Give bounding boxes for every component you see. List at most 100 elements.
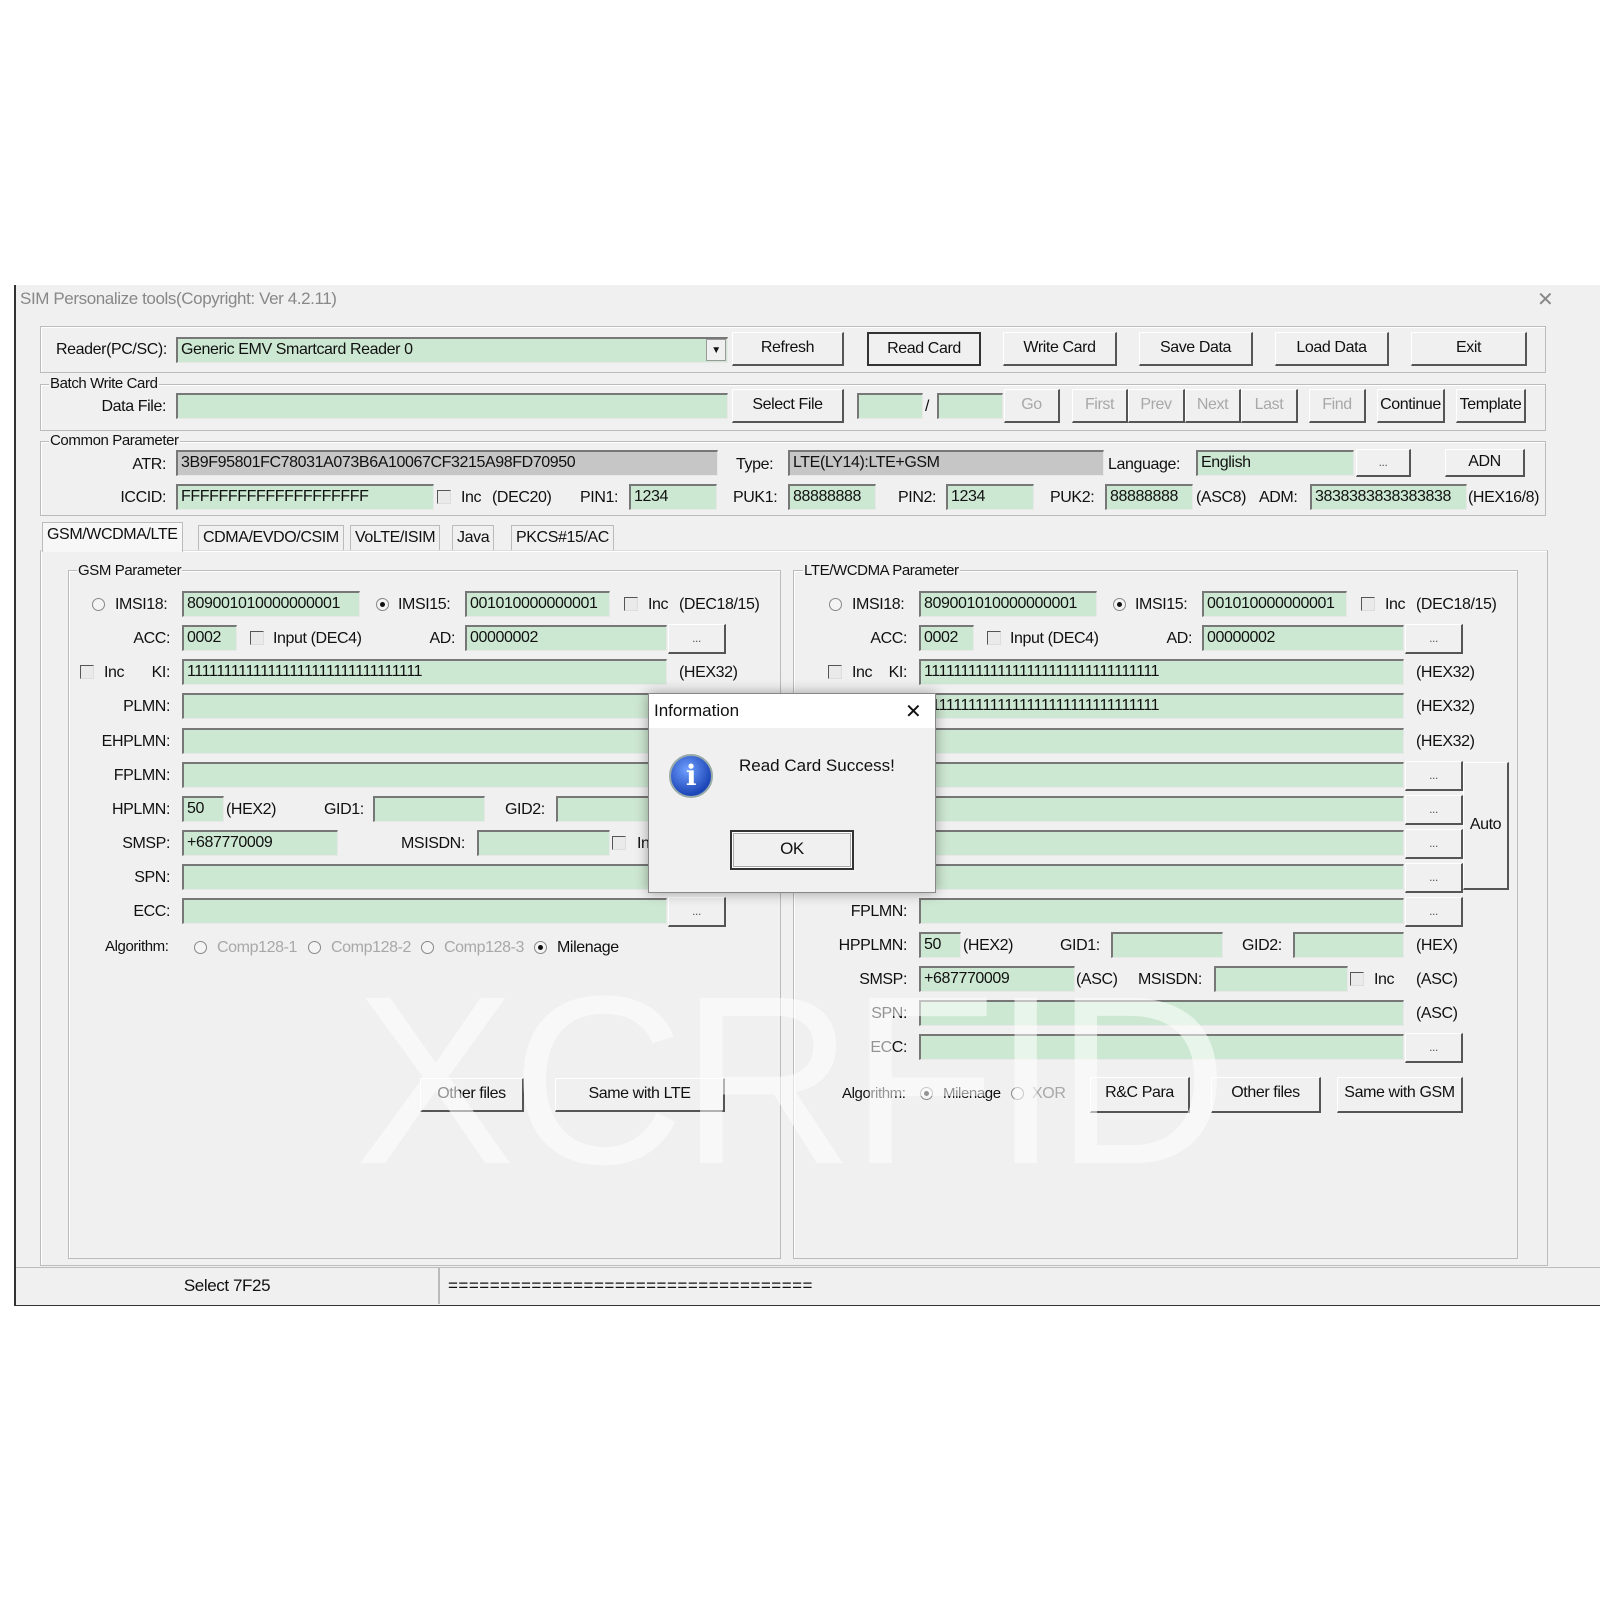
gsm-imsi18-radio[interactable] <box>92 598 105 611</box>
load-data-button[interactable]: Load Data <box>1275 332 1389 366</box>
save-data-button[interactable]: Save Data <box>1139 332 1253 366</box>
gsm-ecc-field[interactable] <box>182 898 667 924</box>
gsm-milenage-radio[interactable] <box>534 941 547 954</box>
lte-ecc-field[interactable] <box>919 1034 1404 1060</box>
prev-button[interactable]: Prev <box>1128 389 1185 423</box>
tab-cdma-evdo-csim[interactable]: CDMA/EVDO/CSIM <box>198 525 344 551</box>
lte-xor-radio[interactable] <box>1011 1087 1024 1100</box>
gsm-imsi-inc-checkbox[interactable] <box>624 597 638 611</box>
gsm-other-files-button[interactable]: Other files <box>420 1078 524 1112</box>
lte-msisdn-inc-checkbox[interactable] <box>1350 972 1364 986</box>
lte-fplmn-field[interactable] <box>919 898 1404 924</box>
pin2-field[interactable]: 1234 <box>946 484 1034 510</box>
read-card-button[interactable]: Read Card <box>867 332 981 366</box>
gsm-comp128-1-radio[interactable] <box>194 941 207 954</box>
lte-row7-more-button[interactable]: ... <box>1405 795 1463 825</box>
lte-imsi15-field[interactable]: 001010000000001 <box>1202 591 1347 617</box>
continue-button[interactable]: Continue <box>1377 389 1445 423</box>
adm-field[interactable]: 3838383838383838 <box>1310 484 1467 510</box>
chevron-down-icon[interactable]: ▼ <box>706 339 726 361</box>
lte-acc-input-checkbox[interactable] <box>987 631 1001 645</box>
lte-imsi18-field[interactable]: 809001010000000001 <box>919 591 1097 617</box>
gsm-ecc-more-button[interactable]: ... <box>668 897 726 927</box>
reader-select[interactable]: Generic EMV Smartcard Reader 0 <box>176 337 728 363</box>
rc-para-button[interactable]: R&C Para <box>1090 1077 1190 1113</box>
same-with-lte-button[interactable]: Same with LTE <box>555 1078 725 1112</box>
gsm-hplmn-field[interactable]: 50 <box>182 796 224 822</box>
next-button[interactable]: Next <box>1185 389 1241 423</box>
ok-button[interactable]: OK <box>730 830 854 870</box>
puk2-field[interactable]: 88888888 <box>1105 484 1193 510</box>
lte-row5-field[interactable] <box>919 728 1404 754</box>
tab-volte-isim[interactable]: VoLTE/ISIM <box>350 525 441 551</box>
language-more-button[interactable]: ... <box>1356 449 1411 477</box>
lte-imsi18-radio[interactable] <box>829 598 842 611</box>
lte-ad-field[interactable]: 00000002 <box>1202 625 1404 651</box>
template-button[interactable]: Template <box>1456 389 1526 423</box>
first-button[interactable]: First <box>1072 389 1128 423</box>
refresh-button[interactable]: Refresh <box>732 332 844 366</box>
gsm-ki-inc-checkbox[interactable] <box>80 665 94 679</box>
lte-row8-more-button[interactable]: ... <box>1405 829 1463 859</box>
lte-row9-field[interactable] <box>919 864 1404 890</box>
lte-ki-field[interactable]: 11111111111111111111111111111111 <box>919 659 1404 685</box>
lte-msisdn-field[interactable] <box>1214 966 1348 992</box>
gsm-comp128-2-radio[interactable] <box>308 941 321 954</box>
lte-imsi-inc-checkbox[interactable] <box>1361 597 1375 611</box>
gsm-plmn-field[interactable] <box>182 693 667 719</box>
lte-row4-field[interactable]: 11111111111111111111111111111111 <box>919 693 1404 719</box>
iccid-inc-checkbox[interactable] <box>437 490 451 504</box>
gsm-ki-field[interactable]: 11111111111111111111111111111111 <box>182 659 667 685</box>
atr-field[interactable]: 3B9F95801FC78031A073B6A10067CF3215A98FD7… <box>176 450 718 476</box>
lte-acc-field[interactable]: 0002 <box>919 625 974 651</box>
find-button[interactable]: Find <box>1309 389 1366 423</box>
language-field[interactable]: English <box>1196 450 1354 476</box>
tab-java[interactable]: Java <box>452 525 495 551</box>
gsm-ehplmn-field[interactable] <box>182 728 667 754</box>
lte-row8-field[interactable] <box>919 830 1404 856</box>
last-button[interactable]: Last <box>1241 389 1298 423</box>
type-field[interactable]: LTE(LY14):LTE+GSM <box>788 450 1104 476</box>
lte-gid2-field[interactable] <box>1293 932 1404 958</box>
tab-pkcs15-ac[interactable]: PKCS#15/AC <box>511 525 614 551</box>
lte-ad-more-button[interactable]: ... <box>1405 624 1463 654</box>
lte-row7-field[interactable] <box>919 796 1404 822</box>
gsm-imsi15-field[interactable]: 001010000000001 <box>465 591 610 617</box>
gsm-imsi15-radio[interactable] <box>376 598 389 611</box>
window-close-button[interactable]: ✕ <box>1537 287 1554 312</box>
gsm-fplmn-field[interactable] <box>182 762 667 788</box>
gsm-gid1-field[interactable] <box>373 796 485 822</box>
lte-imsi15-radio[interactable] <box>1113 598 1126 611</box>
record-to-input[interactable] <box>937 393 1003 419</box>
gsm-acc-input-checkbox[interactable] <box>250 631 264 645</box>
lte-row9-more-button[interactable]: ... <box>1405 863 1463 893</box>
lte-other-files-button[interactable]: Other files <box>1211 1077 1321 1113</box>
gsm-smsp-field[interactable]: +687770009 <box>182 830 338 856</box>
record-from-input[interactable] <box>857 393 923 419</box>
adn-button[interactable]: ADN <box>1445 449 1525 477</box>
lte-hpplmn-field[interactable]: 50 <box>919 932 961 958</box>
gsm-imsi18-field[interactable]: 809001010000000001 <box>182 591 360 617</box>
gsm-ad-field[interactable]: 00000002 <box>465 625 667 651</box>
pin1-field[interactable]: 1234 <box>629 484 717 510</box>
lte-ki-inc-checkbox[interactable] <box>828 665 842 679</box>
lte-milenage-radio[interactable] <box>920 1087 933 1100</box>
lte-spn-field[interactable] <box>919 1000 1404 1026</box>
gsm-msisdn-inc-checkbox[interactable] <box>612 836 626 850</box>
gsm-msisdn-field[interactable] <box>477 830 610 856</box>
exit-button[interactable]: Exit <box>1411 332 1527 366</box>
same-with-gsm-button[interactable]: Same with GSM <box>1337 1077 1463 1113</box>
select-file-button[interactable]: Select File <box>732 389 844 423</box>
lte-fplmn-more-button[interactable]: ... <box>1405 897 1463 927</box>
tab-gsm-wcdma-lte[interactable]: GSM/WCDMA/LTE <box>42 522 183 552</box>
gsm-spn-field[interactable] <box>182 864 667 890</box>
gsm-ad-more-button[interactable]: ... <box>668 624 726 654</box>
lte-smsp-field[interactable]: +687770009 <box>919 966 1075 992</box>
dialog-close-button[interactable]: ✕ <box>905 699 922 724</box>
lte-row6-more-button[interactable]: ... <box>1405 761 1463 791</box>
lte-ecc-more-button[interactable]: ... <box>1405 1033 1463 1063</box>
gsm-comp128-3-radio[interactable] <box>421 941 434 954</box>
data-file-input[interactable] <box>176 393 728 419</box>
lte-row6-field[interactable] <box>919 762 1404 788</box>
go-button[interactable]: Go <box>1004 389 1060 423</box>
